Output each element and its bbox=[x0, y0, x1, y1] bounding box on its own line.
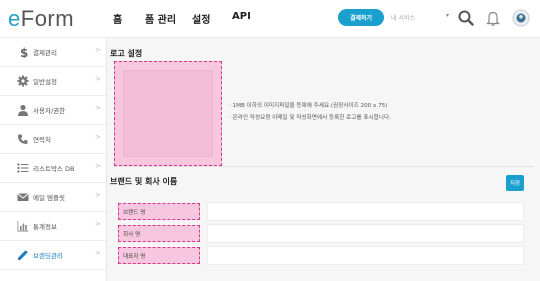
logo-preview[interactable] bbox=[123, 70, 213, 157]
company-name-input[interactable] bbox=[207, 224, 524, 243]
chevron-right-icon: > bbox=[95, 220, 101, 228]
my-service-dropdown[interactable]: 내 서비스 bbox=[391, 13, 415, 22]
sidebar-item-label: 연락처 bbox=[33, 136, 51, 144]
profile-icon[interactable] bbox=[512, 9, 530, 27]
chevron-right-icon: > bbox=[95, 75, 101, 83]
logo-e: e bbox=[8, 6, 21, 31]
representative-name-label: 대표자 명 bbox=[118, 247, 200, 264]
sidebar-item-label: 리스트박스 DB bbox=[33, 165, 75, 173]
chevron-right-icon: > bbox=[95, 249, 101, 257]
logo-info-usage: · 온라인 작성요청 이메일 및 작성화면에서 등록한 로고를 표시합니다. bbox=[229, 115, 391, 121]
logo-info-size: · 1MB 이하의 이미지파일을 등록해 주세요.(권장사이즈 200 x 75… bbox=[229, 103, 388, 109]
sidebar-item-statistics[interactable]: 통계정보 > bbox=[0, 212, 107, 241]
sidebar-item-contacts[interactable]: 연락처 > bbox=[0, 125, 107, 154]
sidebar-item-label: 메일 템플릿 bbox=[33, 194, 65, 202]
user-icon bbox=[18, 104, 28, 116]
nav-settings[interactable]: 설정 bbox=[192, 11, 210, 26]
chevron-right-icon: > bbox=[95, 104, 101, 112]
logo-upload-area[interactable] bbox=[114, 61, 222, 166]
nav-api[interactable]: API bbox=[232, 11, 251, 22]
sidebar: $ 결제관리 > 일반설정 > 사용자/권한 > 연락처 > 리스트박스 DB … bbox=[0, 38, 107, 281]
svg-text:$: $ bbox=[20, 46, 28, 58]
chevron-right-icon: > bbox=[95, 133, 101, 141]
representative-name-input[interactable] bbox=[207, 246, 524, 265]
brand-name-label: 브랜드 명 bbox=[118, 203, 200, 220]
nav-form-management[interactable]: 폼 관리 bbox=[145, 11, 176, 26]
representative-name-row: 대표자 명 bbox=[114, 246, 524, 265]
sidebar-item-mail-templates[interactable]: 메일 템플릿 > bbox=[0, 183, 107, 212]
company-name-row: 회사 명 bbox=[114, 224, 524, 243]
sidebar-item-label: 브랜딩관리 bbox=[33, 252, 63, 260]
sidebar-item-listbox-db[interactable]: 리스트박스 DB > bbox=[0, 154, 107, 183]
bell-icon[interactable] bbox=[484, 9, 502, 27]
app-logo[interactable]: eForm bbox=[8, 6, 74, 32]
sidebar-item-label: 일반설정 bbox=[33, 78, 57, 86]
checkout-button[interactable]: 결제하기 bbox=[338, 9, 384, 26]
envelope-icon bbox=[17, 193, 29, 201]
list-icon bbox=[17, 163, 29, 173]
pencil-icon bbox=[18, 250, 28, 260]
save-button[interactable]: 저장 bbox=[506, 175, 524, 191]
sidebar-item-label: 사용자/권한 bbox=[33, 107, 66, 115]
dollar-icon: $ bbox=[20, 46, 28, 58]
sidebar-item-billing[interactable]: $ 결제관리 > bbox=[0, 38, 107, 67]
sidebar-item-label: 결제관리 bbox=[33, 49, 57, 57]
sidebar-item-label: 통계정보 bbox=[33, 223, 57, 231]
gear-icon bbox=[17, 75, 29, 87]
chevron-right-icon: > bbox=[95, 191, 101, 199]
sidebar-item-general-settings[interactable]: 일반설정 > bbox=[0, 67, 107, 96]
brand-name-input[interactable] bbox=[207, 202, 524, 221]
phone-icon bbox=[18, 134, 28, 144]
nav-home[interactable]: 홈 bbox=[113, 11, 122, 26]
main-content: 로고 설정 · 1MB 이하의 이미지파일을 등록해 주세요.(권장사이즈 20… bbox=[107, 38, 540, 281]
section-divider bbox=[114, 166, 534, 167]
chevron-right-icon: > bbox=[95, 162, 101, 170]
chevron-down-icon[interactable]: ▾ bbox=[446, 12, 449, 19]
top-header: eForm 홈 폼 관리 설정 API 결제하기 내 서비스 ▾ bbox=[0, 0, 540, 38]
logo-text: Form bbox=[20, 6, 75, 31]
search-icon[interactable] bbox=[457, 9, 475, 27]
sidebar-item-branding[interactable]: 브랜딩관리 > bbox=[0, 241, 107, 270]
logo-section-title: 로고 설정 bbox=[110, 49, 143, 58]
bar-chart-icon bbox=[17, 221, 29, 232]
chevron-right-icon: > bbox=[95, 46, 101, 54]
brand-name-row: 브랜드 명 bbox=[114, 202, 524, 221]
sidebar-item-users[interactable]: 사용자/권한 > bbox=[0, 96, 107, 125]
brand-section-title: 브랜드 및 회사 이름 bbox=[110, 177, 178, 186]
company-name-label: 회사 명 bbox=[118, 225, 200, 242]
